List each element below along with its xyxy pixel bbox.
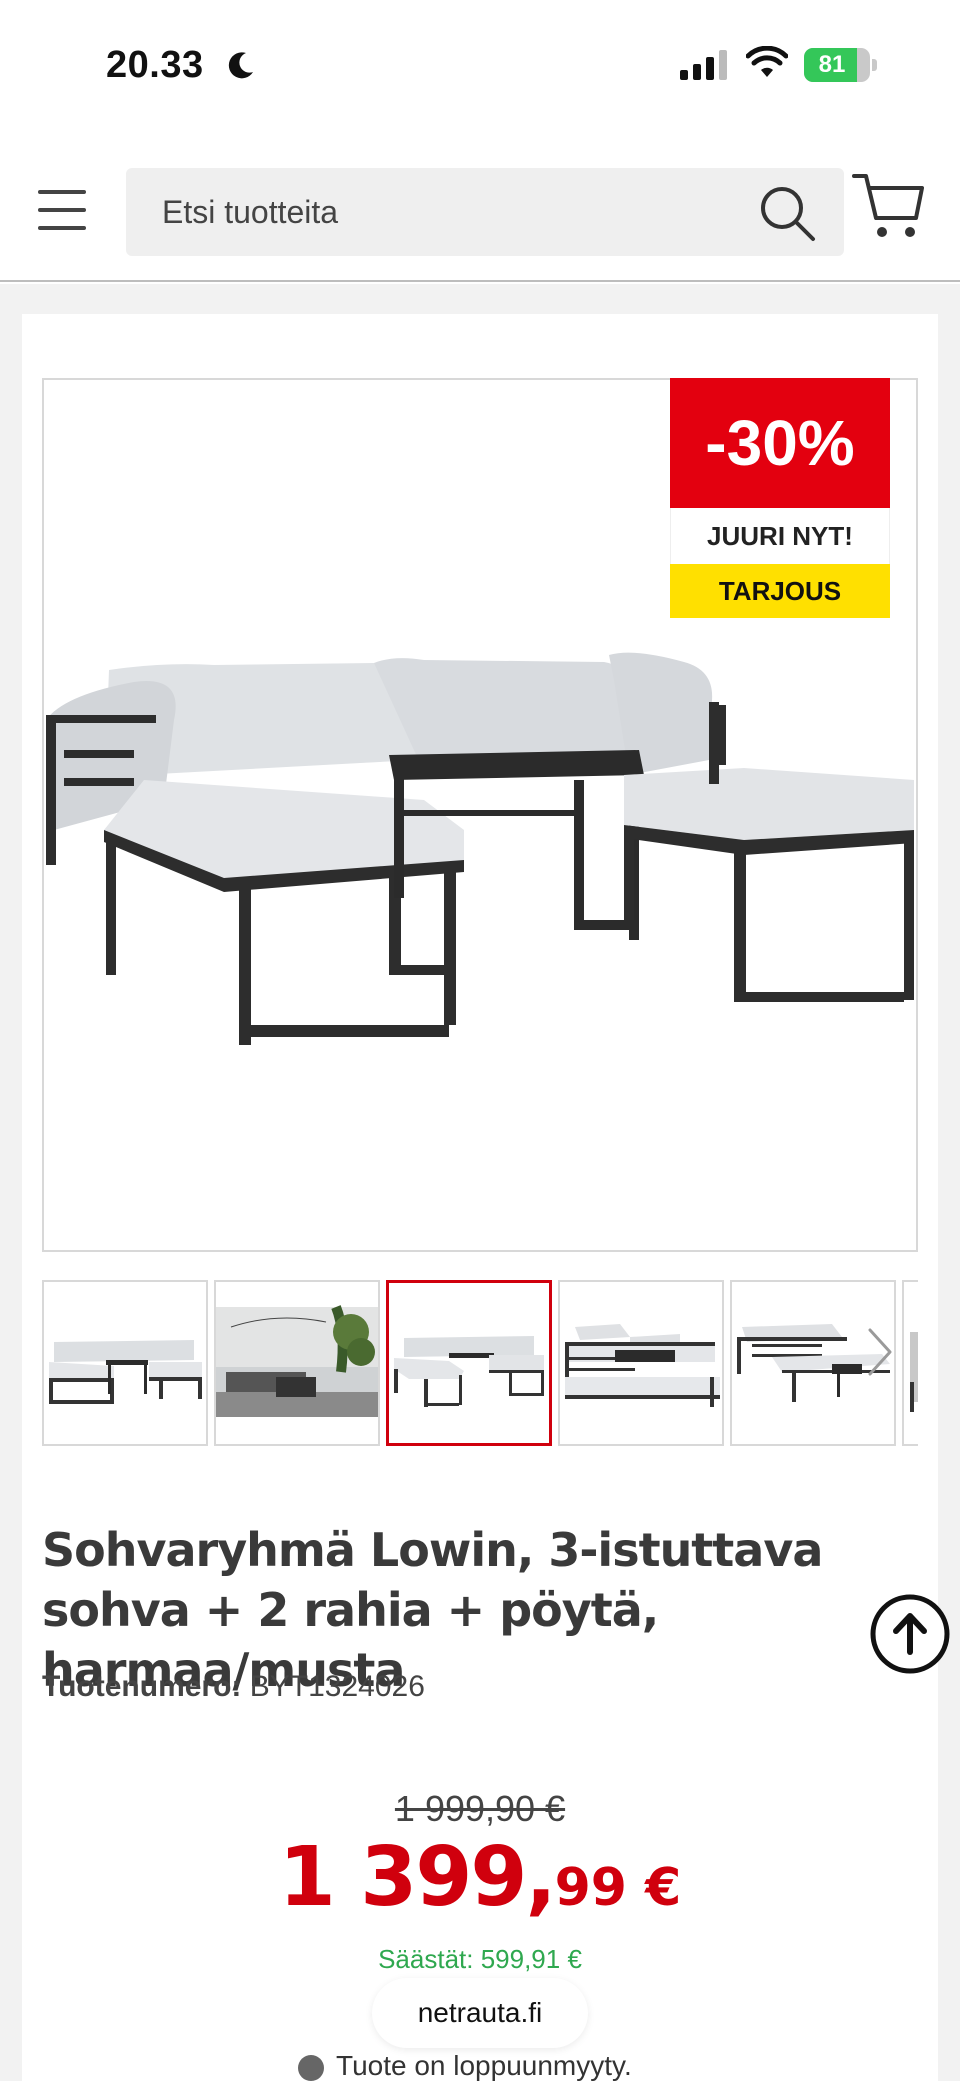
sku-value: BYT1324026 xyxy=(249,1670,425,1703)
thumbnail-4[interactable] xyxy=(558,1280,724,1446)
site-header: Etsi tuotteita xyxy=(0,130,960,282)
status-time: 20.33 xyxy=(106,44,204,86)
sale-price-cents: 99 € xyxy=(554,1858,682,1918)
moon-icon xyxy=(228,52,253,79)
product-sku: Tuotenumero: BYT1324026 xyxy=(42,1670,425,1704)
sale-price: 1 399,99 € xyxy=(0,1830,960,1925)
thumbnail-3[interactable] xyxy=(386,1280,552,1446)
thumbnail-6[interactable] xyxy=(902,1280,918,1446)
signal-icon xyxy=(680,50,727,80)
hamburger-menu-icon[interactable] xyxy=(38,190,88,230)
scroll-to-top-icon[interactable] xyxy=(870,1594,950,1674)
savings-text: Säästät: 599,91 € xyxy=(378,1944,582,1974)
thumbnail-1[interactable] xyxy=(42,1280,208,1446)
thumbnail-strip xyxy=(42,1280,918,1448)
original-price: 1 999,90 € xyxy=(394,1788,566,1829)
search-input[interactable]: Etsi tuotteita xyxy=(126,168,844,256)
sku-label: Tuotenumero: xyxy=(42,1670,242,1703)
status-bar: 20.33 81 xyxy=(0,0,960,130)
discount-percent: -30% xyxy=(670,378,890,508)
sale-price-main: 1 399, xyxy=(278,1830,557,1925)
stock-status-dot-icon xyxy=(298,2054,324,2081)
cart-icon[interactable] xyxy=(852,170,926,242)
discount-label-offer: TARJOUS xyxy=(670,564,890,618)
discount-badge: -30% JUURI NYT! TARJOUS xyxy=(670,378,890,618)
search-placeholder: Etsi tuotteita xyxy=(162,194,339,230)
discount-label-now: JUURI NYT! xyxy=(670,508,890,564)
battery-indicator: 81 xyxy=(804,48,877,82)
browser-domain-pill[interactable]: netrauta.fi xyxy=(372,1978,588,2048)
wifi-icon xyxy=(746,46,788,77)
thumbnail-2[interactable] xyxy=(214,1280,380,1446)
chevron-right-icon[interactable] xyxy=(860,1322,900,1382)
stock-status-text: Tuote on loppuunmyyty. xyxy=(336,2050,632,2081)
stock-status: Tuote on loppuunmyyty. xyxy=(298,2050,632,2081)
battery-percent: 81 xyxy=(818,51,846,78)
search-icon[interactable] xyxy=(758,184,816,242)
